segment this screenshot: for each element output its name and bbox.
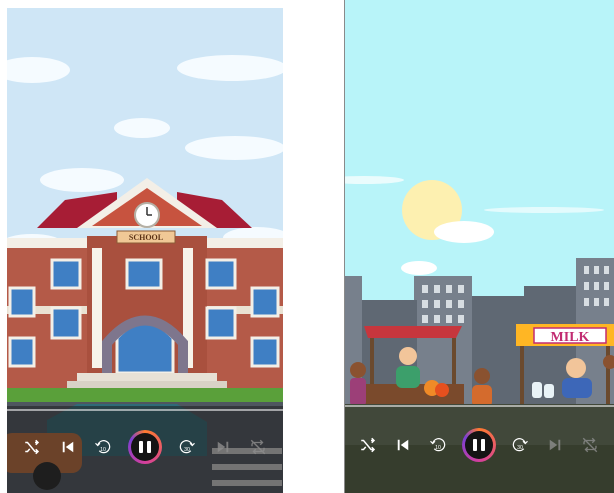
forward-label: 30	[184, 447, 190, 453]
forward-30-button[interactable]: 30	[509, 434, 531, 456]
rewind-label: 10	[435, 445, 441, 451]
pause-icon	[139, 441, 151, 453]
skip-next-icon[interactable]	[212, 436, 234, 458]
pause-icon	[473, 439, 485, 451]
left-phone-screen: SCHOOL 10 30	[7, 8, 283, 493]
pause-button[interactable]	[128, 430, 162, 464]
skip-next-icon[interactable]	[544, 434, 566, 456]
rewind-10-button[interactable]: 10	[92, 436, 114, 458]
repeat-off-icon[interactable]	[247, 436, 269, 458]
school-sign: SCHOOL	[129, 233, 163, 242]
skip-previous-icon[interactable]	[392, 434, 414, 456]
milk-sign: MILK	[551, 330, 590, 345]
forward-30-button[interactable]: 30	[176, 436, 198, 458]
screen-edge	[344, 0, 345, 493]
progress-track[interactable]	[344, 405, 614, 407]
pause-button[interactable]	[462, 428, 496, 462]
rewind-label: 10	[100, 447, 106, 453]
forward-label: 30	[517, 445, 523, 451]
skip-previous-icon[interactable]	[57, 436, 79, 458]
rewind-10-button[interactable]: 10	[427, 434, 449, 456]
right-phone-screen: MILK 10 30	[344, 0, 614, 493]
repeat-off-icon[interactable]	[579, 434, 601, 456]
player-controls: 10 30	[7, 412, 283, 482]
progress-track[interactable]	[7, 409, 283, 411]
player-controls: 10 30	[344, 410, 614, 480]
shuffle-icon[interactable]	[357, 434, 379, 456]
shuffle-icon[interactable]	[21, 436, 43, 458]
